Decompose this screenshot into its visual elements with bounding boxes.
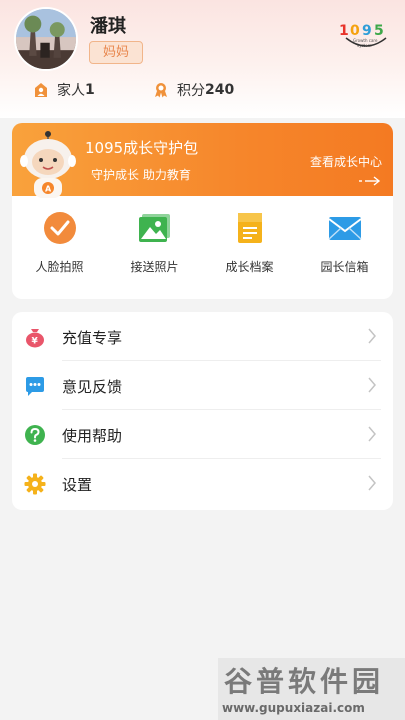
app-logo: 1 0 9 5 Growth care system [339, 23, 387, 48]
logo-digit-0: 0 [350, 23, 360, 39]
points-label: 积分 [177, 83, 205, 99]
help-icon [25, 425, 45, 445]
logo-digit-1: 1 [339, 23, 349, 39]
quick-action-face-photo[interactable]: 人脸拍照 [12, 211, 107, 275]
photo-icon [138, 214, 170, 242]
growth-guard-card: A 1095成长守护包 守护成长 助力教育 查看成长中心 人脸拍照 接送照片 成… [12, 123, 393, 299]
quick-actions: 人脸拍照 接送照片 成长档案 园长信箱 [12, 211, 393, 281]
quick-action-director-mailbox[interactable]: 园长信箱 [297, 211, 392, 275]
menu-item-help[interactable]: 使用帮助 [12, 410, 393, 459]
chevron-right-icon [368, 475, 376, 491]
quick-action-growth-archive[interactable]: 成长档案 [202, 211, 297, 275]
menu-item-recharge[interactable]: ¥ 充值专享 [12, 312, 393, 361]
profile-header: 潘琪 妈妈 1 0 9 5 Growth care system 家人 1 积分 2 [0, 0, 405, 118]
arrow-right-icon [359, 176, 381, 186]
watermark-title: 谷普软件园 [224, 665, 385, 698]
growth-guard-banner[interactable]: A 1095成长守护包 守护成长 助力教育 查看成长中心 [12, 123, 393, 198]
menu-item-settings[interactable]: 设置 [12, 459, 393, 508]
chevron-right-icon [368, 426, 376, 442]
settings-menu: ¥ 充值专享 意见反馈 使用帮助 设置 [12, 312, 393, 510]
logo-digit-5: 5 [374, 23, 384, 39]
menu-item-label: 意见反馈 [62, 378, 123, 396]
role-badge: 妈妈 [89, 41, 143, 64]
quick-action-pickup-photos[interactable]: 接送照片 [107, 211, 202, 275]
currency-glyph: ¥ [32, 337, 39, 347]
mascot-badge: A [45, 185, 52, 194]
guard-title: 1095成长守护包 [85, 139, 199, 157]
menu-item-label: 设置 [62, 476, 93, 494]
archive-icon [237, 213, 262, 243]
settings-gear-icon [24, 473, 46, 495]
quick-action-label: 园长信箱 [320, 260, 369, 274]
guard-subtitle: 守护成长 助力教育 [91, 168, 191, 182]
site-watermark: 谷普软件园 www.gupuxiazai.com [218, 658, 405, 720]
feedback-icon [26, 377, 44, 396]
logo-digit-9: 9 [362, 23, 372, 39]
family-label: 家人 [57, 83, 85, 99]
medal-icon [155, 83, 167, 98]
watermark-url: www.gupuxiazai.com [222, 701, 365, 715]
growth-center-link[interactable]: 查看成长中心 [310, 153, 382, 170]
family-stat[interactable]: 家人 1 [33, 80, 95, 100]
avatar-photo [16, 9, 76, 69]
family-icon [35, 83, 47, 97]
money-bag-icon: ¥ [26, 329, 44, 348]
menu-item-label: 充值专享 [62, 329, 123, 347]
menu-item-label: 使用帮助 [62, 427, 123, 445]
menu-item-feedback[interactable]: 意见反馈 [12, 361, 393, 410]
avatar[interactable] [14, 7, 78, 71]
family-count: 1 [85, 82, 95, 98]
chevron-right-icon [368, 328, 376, 344]
stats-bar: 家人 1 积分 240 [0, 80, 405, 106]
quick-action-label: 成长档案 [225, 260, 274, 274]
quick-action-label: 接送照片 [130, 260, 179, 274]
user-name: 潘琪 [90, 16, 126, 37]
chevron-right-icon [368, 377, 376, 393]
quick-action-label: 人脸拍照 [35, 260, 84, 274]
points-value: 240 [205, 82, 235, 98]
mascot-icon: A [20, 131, 76, 198]
face-check-icon [43, 212, 76, 244]
mail-icon [327, 217, 362, 240]
points-stat[interactable]: 积分 240 [153, 80, 234, 100]
